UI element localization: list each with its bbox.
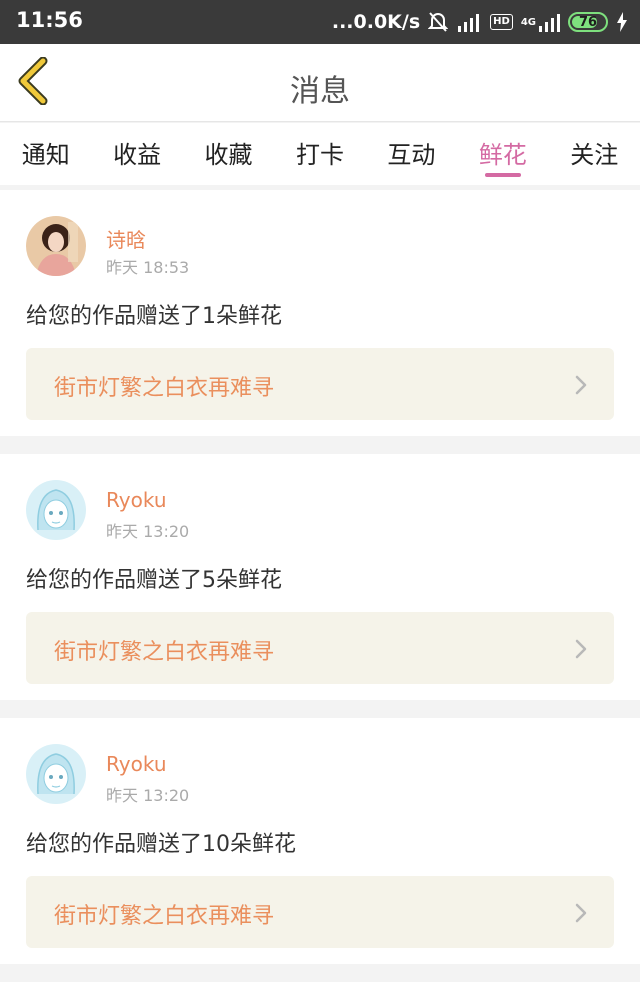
tab-earnings[interactable]: 收益 <box>91 123 182 185</box>
username[interactable]: Ryoku <box>106 752 167 776</box>
signal-hd-icon <box>456 11 482 33</box>
charging-bolt-icon <box>616 12 628 32</box>
chevron-right-icon <box>575 903 587 923</box>
status-icons: ...0.0K/s HD 4G 76 <box>332 8 628 36</box>
tab-notifications[interactable]: 通知 <box>0 123 91 185</box>
tab-flowers[interactable]: 鲜花 <box>457 123 548 185</box>
signal-4g-icon: 4G <box>521 11 560 33</box>
chevron-right-icon <box>575 375 587 395</box>
avatar[interactable] <box>26 216 86 276</box>
work-link[interactable]: 街市灯繁之白衣再难寻 <box>26 612 614 684</box>
avatar[interactable] <box>26 744 86 804</box>
user-avatar-illustration <box>26 480 86 540</box>
message-time: 昨天 18:53 <box>106 258 190 277</box>
tab-following[interactable]: 关注 <box>549 123 640 185</box>
tab-bar: 通知 收益 收藏 打卡 互动 鲜花 关注 <box>0 123 640 185</box>
status-bar: 11:56 ...0.0K/s HD 4G 76 <box>0 0 640 44</box>
message-text: 给您的作品赠送了10朵鲜花 <box>26 832 296 857</box>
network-speed: ...0.0K/s <box>331 11 421 33</box>
battery-level: 76 <box>578 14 598 30</box>
message-time: 昨天 13:20 <box>106 522 190 541</box>
message-card: Ryoku 昨天 13:20 给您的作品赠送了10朵鲜花 街市灯繁之白衣再难寻 <box>0 718 640 964</box>
work-title: 街市灯繁之白衣再难寻 <box>54 640 275 665</box>
status-time: 11:56 <box>16 8 83 32</box>
mute-bell-icon <box>428 11 449 33</box>
app-header: 消息 <box>0 44 640 122</box>
message-card: Ryoku 昨天 13:20 给您的作品赠送了5朵鲜花 街市灯繁之白衣再难寻 <box>0 454 640 700</box>
network-type-label: 4G <box>520 16 536 28</box>
message-list: 诗晗 昨天 18:53 给您的作品赠送了1朵鲜花 街市灯繁之白衣再难寻 Ryok… <box>0 190 640 982</box>
user-avatar-illustration <box>26 744 86 804</box>
page-title: 消息 <box>290 74 350 109</box>
work-title: 街市灯繁之白衣再难寻 <box>54 376 275 401</box>
work-link[interactable]: 街市灯繁之白衣再难寻 <box>26 876 614 948</box>
message-text: 给您的作品赠送了5朵鲜花 <box>26 568 282 593</box>
username[interactable]: 诗晗 <box>106 224 146 253</box>
tab-checkin[interactable]: 打卡 <box>274 123 365 185</box>
hd-badge: HD <box>490 14 513 30</box>
battery-indicator: 76 <box>568 12 608 32</box>
message-card: 诗晗 昨天 18:53 给您的作品赠送了1朵鲜花 街市灯繁之白衣再难寻 <box>0 190 640 436</box>
chevron-right-icon <box>575 639 587 659</box>
avatar[interactable] <box>26 480 86 540</box>
message-time: 昨天 13:20 <box>106 786 190 805</box>
username[interactable]: Ryoku <box>106 488 167 512</box>
tab-interactions[interactable]: 互动 <box>366 123 457 185</box>
user-avatar-photo <box>26 216 86 276</box>
work-title: 街市灯繁之白衣再难寻 <box>54 904 275 929</box>
work-link[interactable]: 街市灯繁之白衣再难寻 <box>26 348 614 420</box>
tab-favorites[interactable]: 收藏 <box>183 123 274 185</box>
message-text: 给您的作品赠送了1朵鲜花 <box>26 304 282 329</box>
